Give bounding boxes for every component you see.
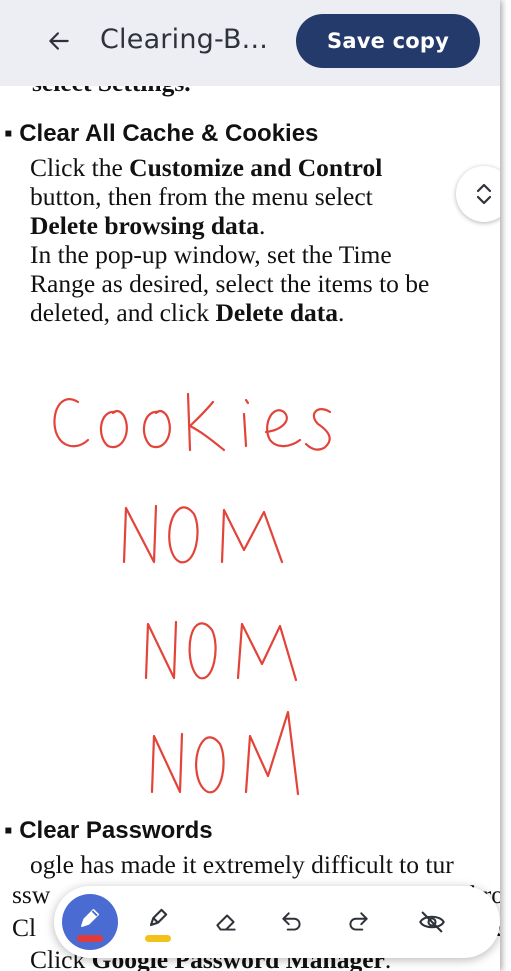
section-heading-passwords: ▪ Clear Passwords [4, 817, 213, 844]
ink-nom-1 [122, 504, 284, 564]
eraser-tool-button[interactable] [198, 894, 254, 950]
section-body-cache: Click the Customize and Control button, … [30, 153, 430, 327]
redo-icon [349, 912, 368, 931]
bullet-glyph: ▪ [4, 120, 20, 147]
hide-annotations-button[interactable] [404, 894, 460, 950]
document-page[interactable]: select Settings. ▪ Clear All Cache & Coo… [0, 0, 500, 971]
app-header: Clearing-B... Save copy [0, 0, 500, 86]
highlighter-icon [149, 908, 168, 927]
undo-button[interactable] [264, 894, 320, 950]
eraser-icon [216, 914, 236, 931]
pen-color-swatch [77, 935, 103, 942]
pen-icon [81, 909, 99, 927]
highlighter-color-swatch [145, 935, 171, 942]
annotation-toolbar [54, 886, 500, 958]
pen-tool-button[interactable] [62, 894, 118, 950]
expand-icon [476, 183, 492, 205]
passwords-line-1: ogle has made it extremely difficult to … [30, 850, 454, 879]
arrow-back-icon [49, 32, 69, 50]
partial-line-clip: select Settings. [0, 86, 500, 104]
ink-cookies [53, 392, 332, 452]
redo-button[interactable] [330, 894, 386, 950]
partial-line-text: select Settings. [32, 86, 191, 98]
document-title: Clearing-B... [100, 24, 269, 55]
ink-nom-3 [150, 710, 300, 796]
undo-icon [282, 912, 301, 931]
save-copy-button[interactable]: Save copy [296, 14, 480, 68]
highlighter-tool-button[interactable] [130, 894, 186, 950]
pdf-viewer: select Settings. ▪ Clear All Cache & Coo… [0, 0, 500, 971]
passwords-line-3-left: Cl [12, 913, 37, 942]
bullet-glyph: ▪ [4, 817, 20, 844]
back-button[interactable] [42, 24, 76, 58]
section-heading-cache: ▪ Clear All Cache & Cookies [4, 120, 319, 147]
visibility-off-icon [419, 911, 445, 933]
ink-nom-2 [144, 620, 298, 682]
